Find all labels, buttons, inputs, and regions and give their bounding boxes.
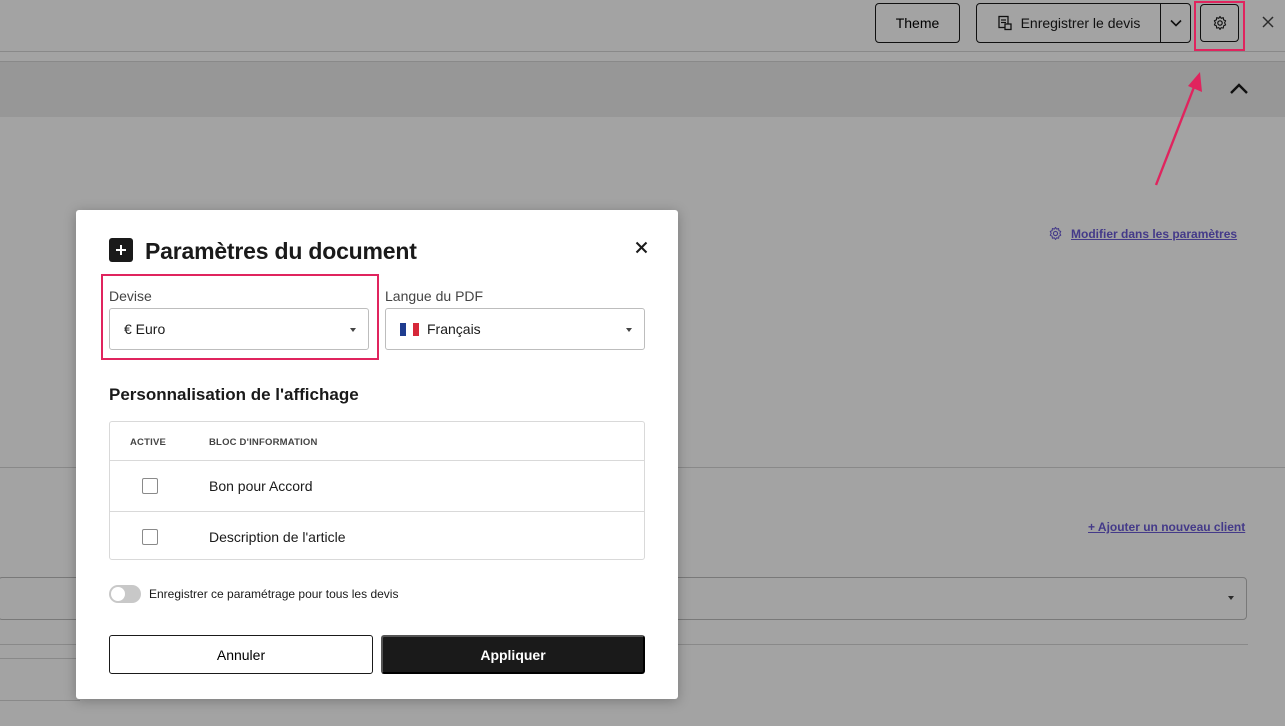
display-section-title: Personnalisation de l'affichage <box>109 385 359 404</box>
column-header-active: ACTIVE <box>130 437 167 448</box>
toggle-knob <box>111 587 125 601</box>
active-checkbox-bon-pour-accord[interactable] <box>142 478 158 494</box>
pdf-language-label: Langue du PDF <box>385 288 484 304</box>
apply-button[interactable]: Appliquer <box>381 635 645 674</box>
currency-value: € Euro <box>124 321 166 337</box>
currency-select[interactable]: € Euro <box>109 308 369 350</box>
save-setting-label: Enregistrer ce paramétrage pour tous les… <box>149 587 399 601</box>
table-row: Description de l'article <box>110 511 644 561</box>
save-setting-toggle[interactable] <box>109 585 141 603</box>
close-icon <box>635 241 647 253</box>
row-label: Bon pour Accord <box>209 478 313 494</box>
row-label: Description de l'article <box>209 529 346 545</box>
column-header-info-block: BLOC D'INFORMATION <box>209 437 318 448</box>
pdf-language-value: Français <box>427 321 481 337</box>
table-row: Bon pour Accord <box>110 461 644 511</box>
plus-icon <box>109 238 133 262</box>
pdf-language-select[interactable]: Français <box>385 308 645 350</box>
modal-title: Paramètres du document <box>145 238 417 264</box>
cancel-button[interactable]: Annuler <box>109 635 373 674</box>
modal-close-button[interactable] <box>632 238 650 256</box>
active-checkbox-description-article[interactable] <box>142 529 158 545</box>
france-flag-icon <box>400 322 419 336</box>
caret-down-icon <box>626 328 632 332</box>
currency-label: Devise <box>109 288 152 304</box>
info-blocks-table: ACTIVE BLOC D'INFORMATION Bon pour Accor… <box>109 421 645 560</box>
document-settings-modal: Paramètres du document Devise € Euro Lan… <box>76 210 678 699</box>
table-header: ACTIVE BLOC D'INFORMATION <box>110 422 644 461</box>
caret-down-icon <box>350 328 356 332</box>
annotation-arrow <box>1154 72 1202 186</box>
